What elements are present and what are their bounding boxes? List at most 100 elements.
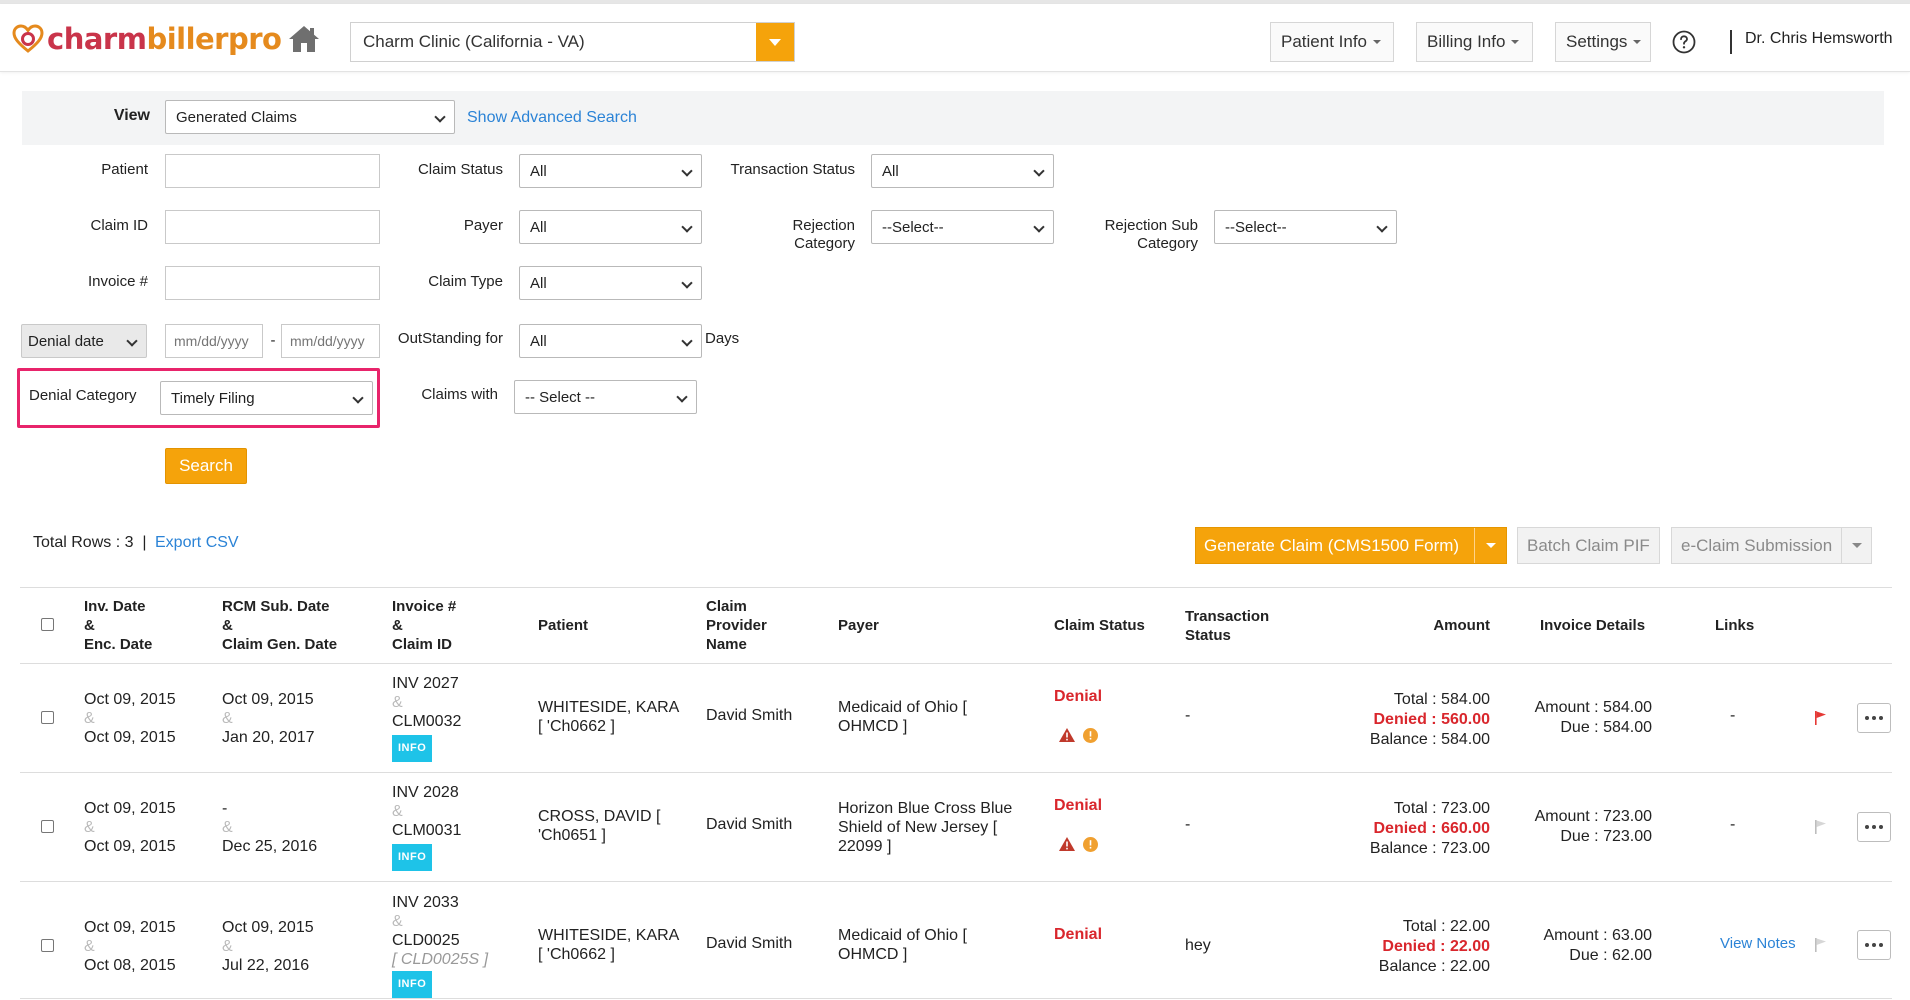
transaction-status-cell: - — [1185, 816, 1191, 833]
chevron-down-icon — [1033, 165, 1045, 177]
claim-type-value: All — [530, 274, 547, 292]
rcm-gen-date-cell: Oct 09, 2015 & Jan 20, 2017 — [222, 690, 315, 747]
row-checkbox[interactable] — [41, 820, 54, 833]
denial-category-select[interactable]: Timely Filing — [160, 381, 373, 415]
logo-text: charmbillerpro — [47, 22, 282, 56]
transaction-status-cell: - — [1185, 707, 1191, 724]
payer-cell: Medicaid of Ohio [OHMCD ] — [838, 698, 967, 736]
rejection-category-value: --Select-- — [882, 218, 944, 236]
more-icon — [1865, 825, 1883, 829]
amount-balance: Balance : 723.00 — [1369, 840, 1490, 857]
invoice-number[interactable]: INV 2027 — [392, 675, 459, 692]
clinic-select[interactable]: Charm Clinic (California - VA) — [350, 22, 795, 62]
charmbillerpro-logo[interactable]: charmbillerpro — [12, 22, 282, 56]
generate-claim-dropdown[interactable] — [1474, 528, 1506, 563]
flag-icon[interactable] — [1815, 711, 1827, 725]
date-separator: - — [270, 332, 276, 349]
patient-name[interactable]: WHITESIDE, KARA — [538, 927, 679, 944]
claims-with-select[interactable]: -- Select -- — [514, 380, 697, 414]
question-circle-icon[interactable] — [1672, 30, 1696, 54]
payer-line2: OHMCD ] — [838, 946, 908, 963]
row-checkbox[interactable] — [41, 939, 54, 952]
payer-select[interactable]: All — [519, 210, 702, 244]
row-checkbox[interactable] — [41, 711, 54, 724]
amount-balance: Balance : 584.00 — [1369, 731, 1490, 748]
more-actions-button[interactable] — [1857, 930, 1891, 960]
more-actions-button[interactable] — [1857, 703, 1891, 733]
flag-icon[interactable] — [1815, 938, 1827, 952]
generate-claim-button[interactable]: Generate Claim (CMS1500 Form) — [1195, 527, 1507, 564]
header-rcm-date: RCM Sub. Date & Claim Gen. Date — [222, 597, 337, 654]
date-from-input[interactable] — [165, 324, 263, 358]
outstanding-select[interactable]: All — [519, 324, 702, 358]
claim-id[interactable]: CLM0031 — [392, 822, 461, 839]
header-invoice-details: Invoice Details — [1540, 617, 1646, 634]
patient-name[interactable]: CROSS, DAVID [ — [538, 808, 660, 825]
date-to-input[interactable] — [281, 324, 380, 358]
details-amount: Amount : 63.00 — [1543, 927, 1652, 944]
rcm-gen-date-cell: Oct 09, 2015 & Jul 22, 2016 — [222, 918, 314, 975]
eclaim-dropdown[interactable] — [1841, 528, 1871, 563]
enc-date: Oct 09, 2015 — [84, 838, 176, 855]
claim-id-input[interactable] — [165, 210, 380, 244]
amp: & — [392, 694, 403, 711]
amp: & — [84, 938, 95, 955]
nav-settings[interactable]: Settings — [1555, 22, 1651, 62]
info-badge[interactable]: INFO — [392, 971, 433, 998]
eclaim-submission-label: e-Claim Submission — [1681, 535, 1833, 555]
invoice-input[interactable] — [165, 266, 380, 300]
transaction-status-select[interactable]: All — [871, 154, 1054, 188]
amount-cell: Total : 723.00 Denied : 660.00 Balance : 7… — [1300, 799, 1490, 859]
days-label: Days — [705, 330, 740, 347]
more-actions-button[interactable] — [1857, 812, 1891, 842]
claim-id[interactable]: CLM0032 — [392, 713, 461, 730]
patient-name[interactable]: WHITESIDE, KARA — [538, 699, 679, 716]
warning-triangle-icon[interactable] — [1059, 837, 1075, 851]
rejection-sub-category-select[interactable]: --Select-- — [1214, 210, 1397, 244]
date-type-select[interactable]: Denial date — [21, 324, 147, 358]
claim-status-label: Claim Status — [417, 161, 503, 178]
nav-patient-info-label: Patient Info — [1281, 32, 1368, 51]
info-badge[interactable]: INFO — [392, 844, 433, 871]
claim-type-label: Claim Type — [428, 273, 503, 290]
flag-icon[interactable] — [1815, 820, 1827, 834]
claim-id[interactable]: CLD0025 — [392, 932, 460, 949]
denial-category-value: Timely Filing — [171, 389, 255, 407]
patient-input[interactable] — [165, 154, 380, 188]
batch-claim-pif-button[interactable]: Batch Claim PIF — [1517, 527, 1660, 564]
rejection-category-label-line2: Category — [794, 235, 855, 252]
view-select[interactable]: Generated Claims — [165, 100, 455, 134]
amount-total: Total : 723.00 — [1393, 800, 1490, 817]
warning-triangle-icon[interactable] — [1059, 728, 1075, 742]
caret-down-icon — [1485, 543, 1496, 548]
generate-claim-label: Generate Claim (CMS1500 Form) — [1204, 535, 1460, 555]
invoice-number[interactable]: INV 2033 — [392, 894, 459, 911]
rejection-category-select[interactable]: --Select-- — [871, 210, 1054, 244]
claim-type-select[interactable]: All — [519, 266, 702, 300]
user-name[interactable]: Dr. Chris Hemsworth — [1745, 30, 1893, 48]
nav-patient-info[interactable]: Patient Info — [1270, 22, 1394, 62]
payer-label: Payer — [463, 217, 503, 234]
select-all-checkbox[interactable] — [41, 618, 54, 631]
claim-status-select[interactable]: All — [519, 154, 702, 188]
chevron-down-icon — [681, 335, 693, 347]
alert-circle-icon[interactable] — [1083, 837, 1098, 852]
provider-cell: David Smith — [706, 816, 793, 833]
caret-down-icon — [1373, 40, 1382, 44]
home-icon[interactable] — [288, 24, 320, 54]
alert-circle-icon[interactable] — [1083, 728, 1098, 743]
export-csv-link[interactable]: Export CSV — [155, 534, 239, 552]
search-button[interactable]: Search — [165, 448, 247, 484]
show-advanced-search-link[interactable]: Show Advanced Search — [467, 109, 637, 127]
row-divider — [20, 772, 1892, 773]
info-badge[interactable]: INFO — [392, 735, 433, 762]
links-cell: - — [1730, 816, 1736, 833]
user-separator — [1730, 30, 1732, 54]
header-links: Links — [1715, 617, 1755, 634]
nav-billing-info[interactable]: Billing Info — [1416, 22, 1533, 62]
view-notes-link[interactable]: View Notes — [1720, 935, 1796, 952]
eclaim-submission-button[interactable]: e-Claim Submission — [1671, 527, 1872, 564]
invoice-claim-cell: INV 2033 & CLD0025 [ CLD0025S ] INFO — [392, 893, 488, 998]
invoice-number[interactable]: INV 2028 — [392, 784, 459, 801]
clinic-dropdown-button[interactable] — [756, 23, 794, 61]
